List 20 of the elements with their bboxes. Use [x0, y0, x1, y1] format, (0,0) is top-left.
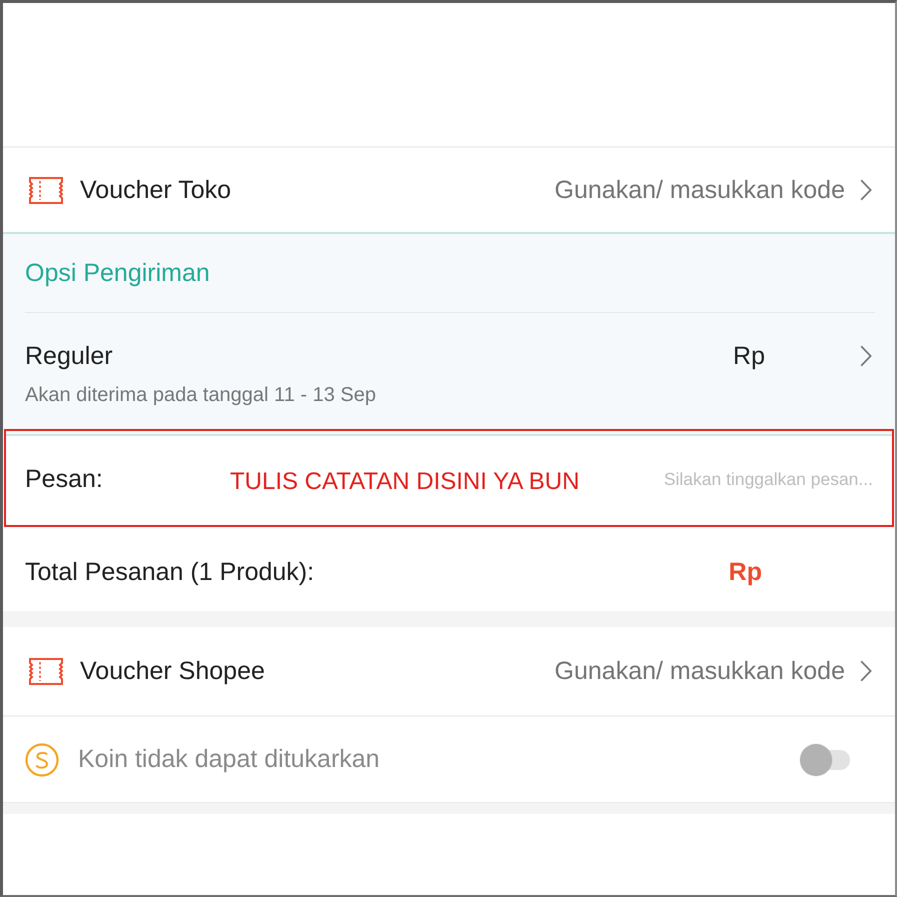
order-total-label: Total Pesanan (1 Produk):: [25, 558, 314, 586]
annotation-text: TULIS CATATAN DISINI YA BUN: [230, 467, 580, 496]
order-total-amount: Rp: [728, 558, 762, 586]
coin-icon: [25, 742, 59, 776]
delivery-estimate: Akan diterima pada tanggal 11 - 13 Sep: [25, 384, 376, 406]
ticket-icon: [29, 658, 63, 684]
shipping-option-name: Reguler: [25, 342, 113, 370]
voucher-label: Voucher Toko: [80, 175, 232, 205]
chevron-icon: [860, 345, 872, 367]
voucher-code-link[interactable]: Gunakan/ masukkan kode: [554, 656, 845, 686]
voucher-label: Voucher Shopee: [80, 656, 265, 686]
chevron-icon: [860, 660, 872, 682]
message-label: Pesan:: [25, 465, 103, 494]
coin-label: Koin tidak dapat ditukarkan: [78, 745, 380, 774]
voucher-code-link[interactable]: Gunakan/ masukkan kode: [554, 175, 845, 205]
shipping-price: Rp: [733, 342, 765, 370]
chevron-icon: [860, 179, 872, 201]
ticket-icon: [29, 176, 63, 204]
section-title: Opsi Pengiriman: [25, 259, 210, 287]
message-field[interactable]: Silakan tinggalkan pesan...: [643, 469, 873, 490]
